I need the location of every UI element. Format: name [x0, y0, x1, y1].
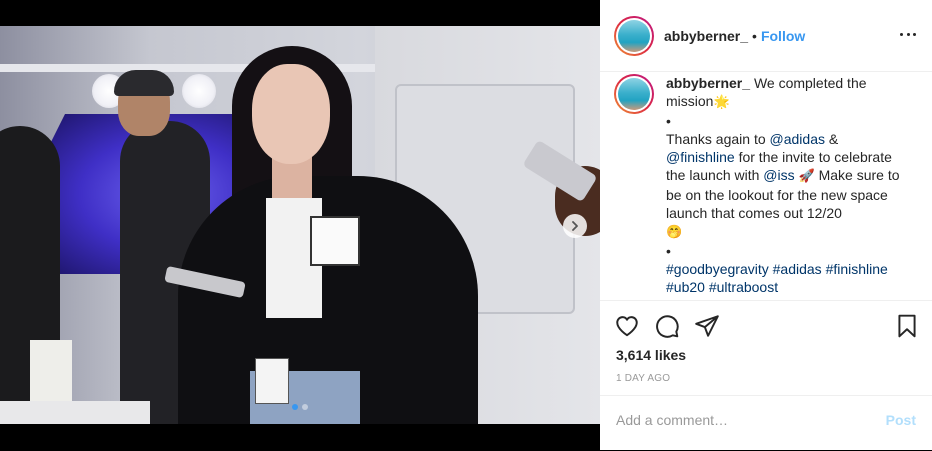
carousel-dot-active [292, 404, 298, 410]
caption-thanks: Thanks again to [666, 131, 770, 147]
post-photo[interactable] [0, 26, 600, 424]
more-dot [900, 32, 903, 36]
more-dot [906, 32, 910, 36]
star-emoji: 🌟 [713, 95, 730, 110]
more-options-icon[interactable] [900, 26, 916, 42]
caption-bullet: • [666, 243, 671, 259]
header-username[interactable]: abbyberner_ [664, 28, 748, 44]
post-sidebar: abbyberner_ • Follow abbyberner_ We comp… [600, 0, 932, 450]
avatar-image [618, 19, 650, 52]
mention-iss[interactable]: @iss [763, 167, 794, 183]
caption-username[interactable]: abbyberner_ [666, 75, 750, 91]
instagram-post: abbyberner_ • Follow abbyberner_ We comp… [0, 0, 932, 450]
hashtag-link[interactable]: #ub20 [666, 279, 705, 295]
carousel-dot [302, 404, 308, 410]
mention-finishline[interactable]: @finishline [666, 149, 735, 165]
post-comment-button[interactable]: Post [886, 412, 916, 428]
mention-adidas[interactable]: @adidas [770, 131, 825, 147]
next-slide-button[interactable] [563, 214, 587, 238]
photo-pane [0, 0, 600, 450]
carousel-dots [0, 404, 600, 414]
post-actions: 3,614 likes 1 DAY AGO Post [600, 300, 932, 450]
hashtag-link[interactable]: #goodbyegravity [666, 261, 769, 277]
photo-lanyard-badge [255, 358, 289, 404]
hashtag-link[interactable]: #finishline [826, 261, 888, 277]
caption-row: abbyberner_ We completed the mission🌟 • … [614, 72, 918, 296]
caption-avatar[interactable] [614, 74, 654, 114]
photo-light [182, 74, 216, 108]
photo-person-cap [114, 70, 174, 96]
action-icons [614, 313, 720, 339]
avatar[interactable] [614, 15, 654, 56]
post-header: abbyberner_ • Follow [600, 0, 932, 72]
likes-count[interactable]: 3,614 likes [616, 347, 686, 363]
chevron-right-icon [572, 221, 578, 231]
avatar-image [618, 78, 650, 110]
caption-bullet: • [666, 113, 671, 129]
bookmark-icon[interactable] [894, 313, 920, 339]
heart-icon[interactable] [614, 313, 640, 339]
add-comment-bar: Post [600, 395, 932, 451]
photo-jacket-patch [310, 216, 360, 266]
avatar-border [616, 17, 652, 54]
comment-input[interactable] [616, 410, 866, 430]
more-dot [913, 32, 916, 36]
comments-area: abbyberner_ We completed the mission🌟 • … [600, 72, 932, 300]
post-timestamp[interactable]: 1 DAY AGO [616, 373, 670, 384]
hashtag-link[interactable]: #ultraboost [709, 279, 778, 295]
avatar-border [616, 76, 652, 112]
header-separator: • [752, 27, 757, 44]
photo-woman-face [252, 64, 330, 164]
comment-icon[interactable] [654, 313, 680, 339]
share-icon[interactable] [694, 313, 720, 339]
hashtag-link[interactable]: #adidas [773, 261, 822, 277]
rocket-emoji: 🚀 [798, 169, 815, 184]
caption-text: abbyberner_ We completed the mission🌟 • … [666, 74, 904, 296]
face-emoji: 🤭 [666, 225, 683, 240]
follow-button[interactable]: Follow [761, 28, 805, 44]
caption-amp: & [824, 131, 839, 147]
